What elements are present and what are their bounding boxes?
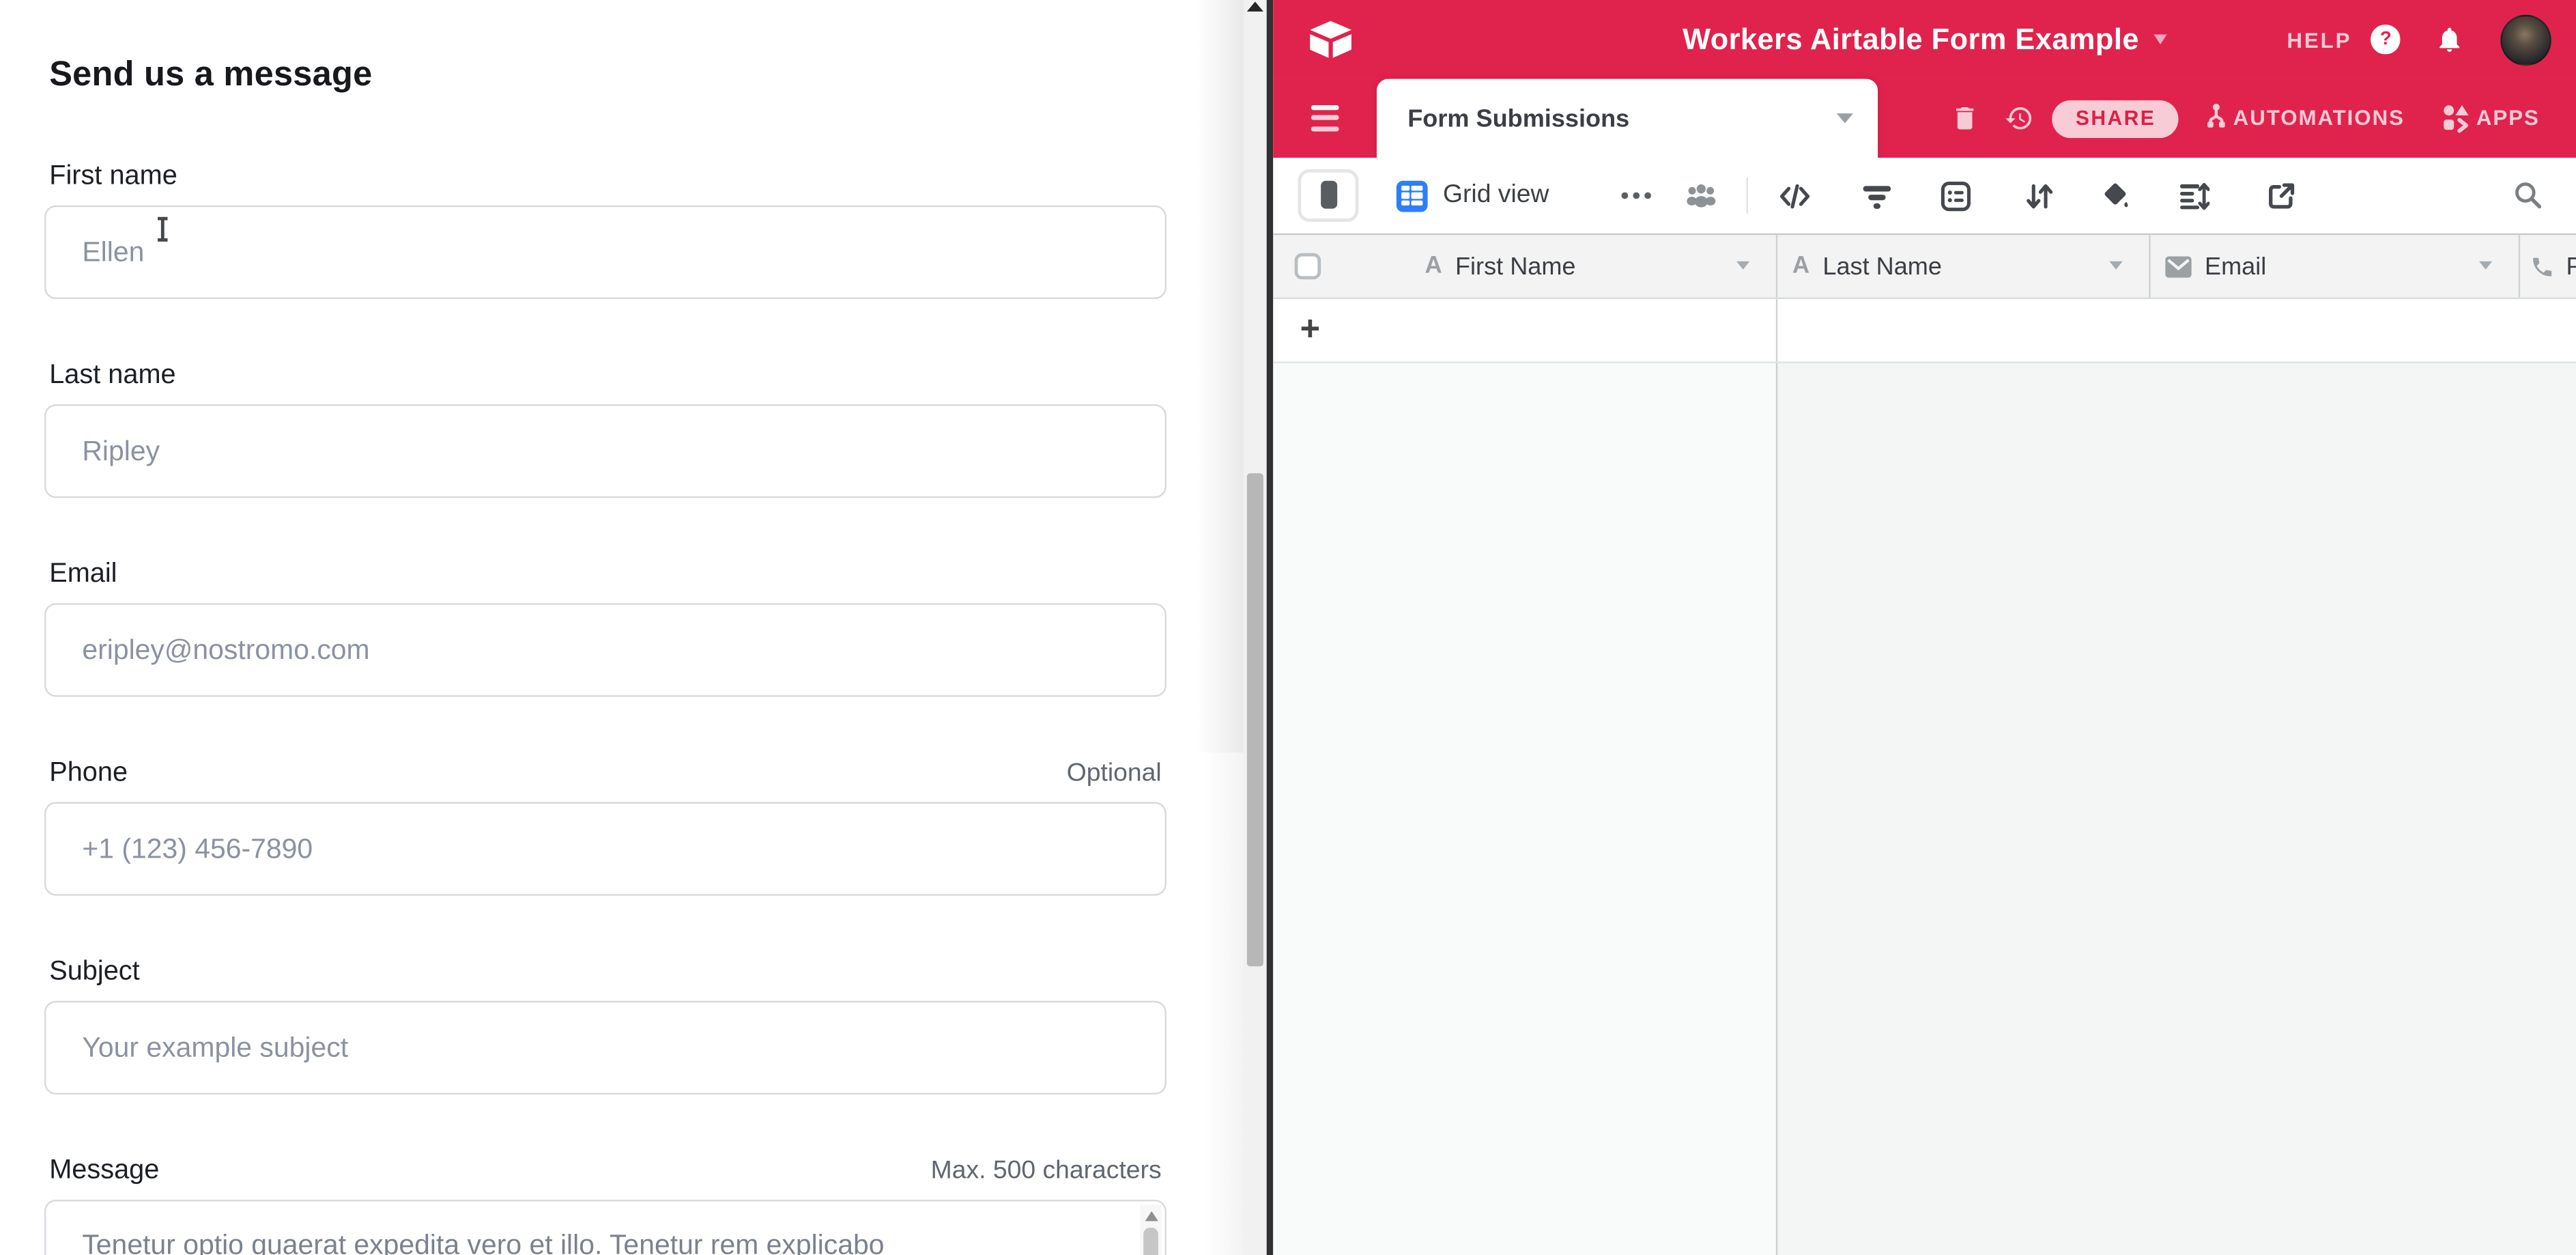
view-name[interactable]: Grid view bbox=[1443, 158, 1549, 234]
field-subject: Subject bbox=[44, 957, 1167, 1095]
text-field-icon: A bbox=[1425, 253, 1442, 280]
apps-icon[interactable] bbox=[2442, 102, 2471, 132]
column-gridline bbox=[1776, 299, 1777, 361]
trash-icon[interactable] bbox=[1951, 104, 1980, 133]
first-name-label: First name bbox=[49, 161, 177, 193]
field-first-name: First name bbox=[44, 161, 1167, 299]
column-header-first-name[interactable]: A First Name bbox=[1274, 235, 1777, 297]
more-options-icon[interactable] bbox=[1622, 193, 1650, 199]
grid-view-icon bbox=[1397, 180, 1429, 212]
scroll-up-arrow-icon[interactable] bbox=[1144, 1211, 1157, 1221]
field-phone: Phone Optional bbox=[44, 758, 1167, 896]
filter-icon[interactable] bbox=[1862, 180, 1893, 212]
automations-icon[interactable] bbox=[2202, 102, 2231, 131]
hamburger-menu-icon[interactable] bbox=[1311, 104, 1339, 137]
pane-shadow bbox=[1198, 0, 1244, 752]
phone-optional-note: Optional bbox=[1067, 759, 1162, 789]
divider bbox=[1747, 178, 1749, 214]
phone-label: Phone bbox=[49, 758, 128, 789]
grid-column-header-row: A First Name A Last Name Email bbox=[1274, 234, 2576, 299]
phone-field-icon bbox=[2530, 254, 2555, 279]
airtable-pane: Workers Airtable Form Example HELP ? For… bbox=[1274, 0, 2576, 1255]
pane-shadow bbox=[1204, 752, 1244, 1255]
sort-icon[interactable] bbox=[2024, 180, 2056, 212]
help-question-icon[interactable]: ? bbox=[2371, 25, 2400, 54]
tab-form-submissions[interactable]: Form Submissions bbox=[1376, 79, 1877, 158]
chevron-down-icon[interactable] bbox=[1836, 113, 1852, 123]
field-email: Email bbox=[44, 559, 1167, 696]
subject-input[interactable] bbox=[44, 1001, 1167, 1095]
screen: Send us a message First name Last name E… bbox=[0, 0, 2576, 1255]
page-scrollbar-thumb[interactable] bbox=[1246, 473, 1264, 966]
page-title: Send us a message bbox=[49, 56, 1167, 96]
add-record-row[interactable]: + bbox=[1274, 299, 2576, 363]
page-scrollbar[interactable] bbox=[1244, 0, 1266, 1255]
share-view-icon[interactable] bbox=[2266, 180, 2298, 212]
apps-button[interactable]: APPS bbox=[2476, 105, 2540, 130]
field-last-name: Last name bbox=[44, 360, 1167, 498]
message-textarea[interactable]: Tenetur optio quaerat expedita vero et i… bbox=[44, 1200, 1167, 1255]
column-header-phone[interactable]: Phone bbox=[2519, 235, 2576, 297]
email-field-icon bbox=[2165, 255, 2192, 277]
record-color-icon[interactable] bbox=[2102, 180, 2133, 212]
text-cursor bbox=[154, 217, 171, 242]
collaborators-icon[interactable] bbox=[1686, 180, 1717, 212]
email-field[interactable] bbox=[44, 603, 1167, 696]
message-label: Message bbox=[49, 1155, 159, 1187]
window-divider bbox=[1266, 0, 1274, 1255]
message-scrollbar[interactable] bbox=[1140, 1204, 1161, 1255]
share-button[interactable]: SHARE bbox=[2052, 100, 2179, 139]
chevron-down-icon[interactable] bbox=[2154, 35, 2167, 44]
chevron-down-icon[interactable] bbox=[2479, 262, 2492, 270]
subject-label: Subject bbox=[49, 957, 139, 988]
scroll-up-arrow-icon[interactable] bbox=[1246, 1, 1263, 11]
add-record-button[interactable]: + bbox=[1300, 311, 1321, 350]
phone-input[interactable] bbox=[44, 802, 1167, 896]
row-height-icon[interactable] bbox=[2179, 180, 2210, 212]
chevron-down-icon[interactable] bbox=[2109, 262, 2122, 270]
column-gridline bbox=[1776, 363, 1777, 1255]
avatar[interactable] bbox=[2500, 14, 2551, 65]
contact-form-pane: Send us a message First name Last name E… bbox=[0, 0, 1244, 1255]
grid-empty-area bbox=[1274, 363, 2576, 1255]
chevron-down-icon[interactable] bbox=[1736, 262, 1749, 270]
first-name-input[interactable] bbox=[44, 206, 1167, 299]
message-scrollbar-thumb[interactable] bbox=[1143, 1228, 1158, 1255]
frozen-column-area bbox=[1274, 363, 1776, 1255]
search-icon[interactable] bbox=[2513, 179, 2544, 210]
group-icon[interactable] bbox=[1941, 180, 1972, 212]
airtable-appbar: Workers Airtable Form Example HELP ? bbox=[1274, 0, 2576, 79]
last-name-input[interactable] bbox=[44, 404, 1167, 498]
text-field-icon: A bbox=[1792, 253, 1809, 280]
column-header-email[interactable]: Email bbox=[2149, 235, 2520, 297]
last-name-label: Last name bbox=[49, 360, 175, 391]
views-sidebar-toggle-button[interactable] bbox=[1298, 169, 1359, 221]
notifications-bell-icon[interactable] bbox=[2435, 25, 2464, 54]
email-label: Email bbox=[49, 559, 117, 590]
view-toolbar: Grid view bbox=[1274, 158, 2576, 234]
field-message: Message Max. 500 characters Tenetur opti… bbox=[44, 1155, 1167, 1255]
column-header-last-name[interactable]: A Last Name bbox=[1776, 235, 2151, 297]
hide-fields-icon[interactable] bbox=[1779, 180, 1811, 212]
help-button[interactable]: HELP bbox=[2287, 27, 2351, 52]
message-maxchars-note: Max. 500 characters bbox=[931, 1157, 1162, 1186]
automations-button[interactable]: AUTOMATIONS bbox=[2233, 105, 2405, 130]
base-title[interactable]: Workers Airtable Form Example bbox=[1683, 22, 2139, 57]
airtable-tablebar: Form Submissions SHARE AUTOMATIONS bbox=[1274, 79, 2576, 158]
history-icon[interactable] bbox=[2005, 104, 2034, 133]
